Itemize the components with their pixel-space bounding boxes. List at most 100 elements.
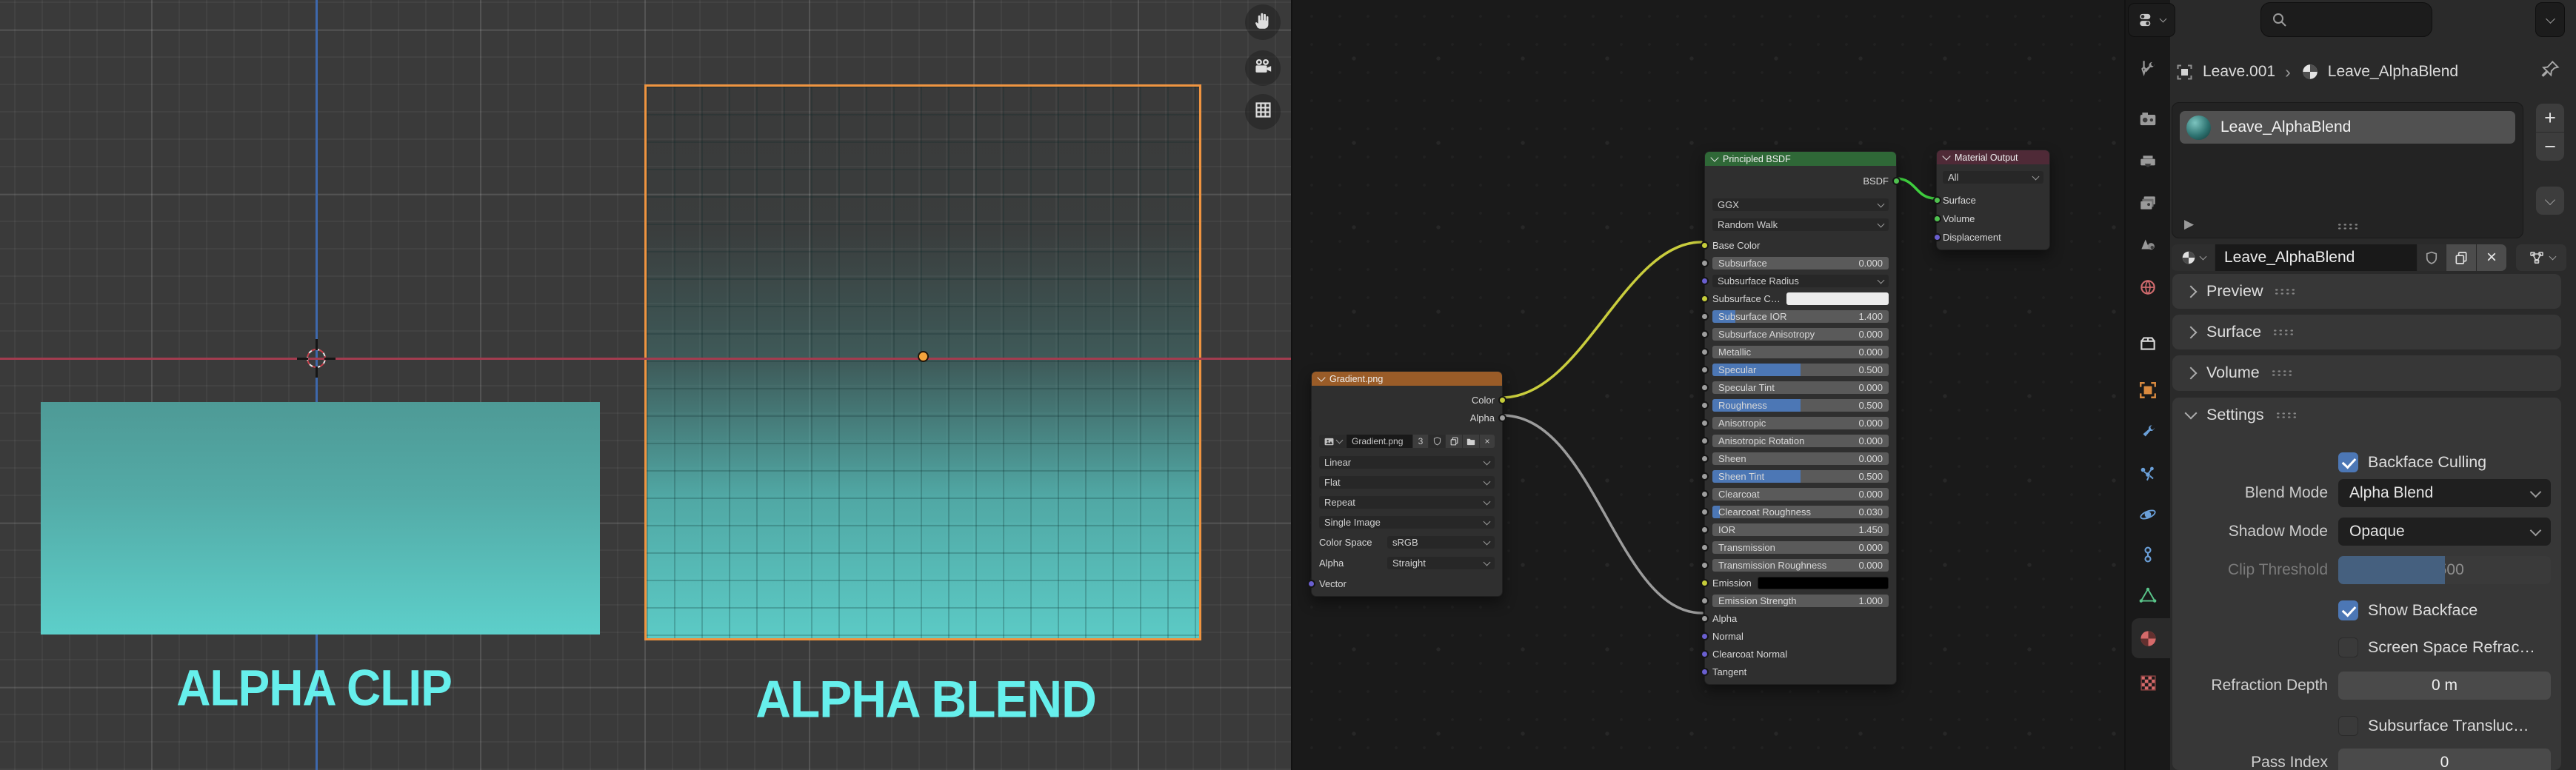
remove-material-slot-button[interactable]: −	[2536, 133, 2564, 161]
tab-physics[interactable]	[2138, 504, 2158, 525]
input-emission-strength[interactable]: Emission Strength1.000	[1712, 595, 1889, 607]
source-row[interactable]: Single Image	[1319, 516, 1495, 529]
socket-bsdf[interactable]	[1892, 177, 1901, 185]
image-browse-button[interactable]	[1319, 435, 1346, 448]
output-color[interactable]: Color	[1319, 394, 1495, 406]
input-specular-tint[interactable]: Specular Tint0.000	[1712, 381, 1889, 394]
input-subsurface-color[interactable]: Subsurface C…	[1712, 292, 1889, 305]
search-box[interactable]	[2260, 2, 2432, 37]
tab-view-layer[interactable]	[2138, 192, 2158, 213]
open-image-button[interactable]	[1463, 435, 1479, 448]
alpha-clip-plane[interactable]	[41, 402, 600, 635]
output-bsdf[interactable]: BSDF	[1712, 175, 1889, 187]
show-backface-checkbox[interactable]	[2338, 600, 2358, 620]
socket[interactable]	[1701, 632, 1709, 640]
add-material-slot-button[interactable]: +	[2536, 104, 2564, 132]
blend-mode-dropdown[interactable]: Alpha Blend	[2338, 479, 2551, 507]
node-header[interactable]: Principled BSDF	[1705, 152, 1896, 166]
panel-surface[interactable]: Surface	[2172, 315, 2561, 349]
panel-drag-grip[interactable]	[2275, 412, 2298, 419]
socket[interactable]	[1701, 348, 1709, 356]
input-tangent[interactable]: Tangent	[1712, 666, 1889, 678]
node-header[interactable]: Gradient.png	[1312, 372, 1502, 386]
fake-user-button[interactable]	[2417, 244, 2446, 271]
breadcrumb-material[interactable]: Leave_AlphaBlend	[2328, 63, 2458, 81]
socket[interactable]	[1701, 312, 1709, 321]
input-transmission-roughness[interactable]: Transmission Roughness0.000	[1712, 559, 1889, 572]
input-subsurface-anisotropy[interactable]: Subsurface Anisotropy0.000	[1712, 328, 1889, 341]
input-normal[interactable]: Normal	[1712, 630, 1889, 643]
orthographic-grid-button[interactable]	[1245, 94, 1281, 130]
socket[interactable]	[1701, 384, 1709, 392]
backface-culling-checkbox[interactable]	[2338, 452, 2358, 472]
camera-view-button[interactable]	[1245, 50, 1281, 86]
material-slot-list[interactable]: Leave_AlphaBlend ▶	[2172, 102, 2523, 238]
socket[interactable]	[1701, 437, 1709, 445]
socket[interactable]	[1701, 597, 1709, 605]
socket-base-color[interactable]	[1701, 241, 1709, 250]
tab-collection[interactable]	[2138, 333, 2158, 354]
panel-drag-grip[interactable]	[2271, 369, 2293, 377]
refraction-depth-field[interactable]: 0 m	[2338, 672, 2551, 700]
alpha-blend-plane-selected[interactable]	[644, 84, 1201, 640]
tab-material[interactable]	[2138, 628, 2158, 649]
subsurface-method-dropdown[interactable]: Random Walk	[1712, 218, 1889, 231]
principled-bsdf-node[interactable]: Principled BSDF BSDF GGX Random Walk Bas…	[1704, 151, 1897, 685]
input-roughness[interactable]: Roughness0.500	[1712, 399, 1889, 412]
material-specials-menu-button[interactable]	[2536, 187, 2564, 215]
color-swatch-white[interactable]	[1786, 292, 1889, 305]
list-filter-expand[interactable]: ▶	[2184, 217, 2194, 232]
image-users-button[interactable]: 3	[1413, 435, 1428, 448]
input-sheen-tint[interactable]: Sheen Tint0.500	[1712, 470, 1889, 483]
color-swatch-black[interactable]	[1758, 577, 1889, 589]
color-space-row[interactable]: Color Space sRGB	[1319, 536, 1495, 549]
pin-id-button[interactable]	[2540, 59, 2560, 83]
input-transmission[interactable]: Transmission0.000	[1712, 541, 1889, 554]
socket-vector[interactable]	[1307, 580, 1315, 588]
panel-volume[interactable]: Volume	[2172, 355, 2561, 391]
material-nodes-toggle-button[interactable]	[2516, 244, 2566, 271]
input-vector[interactable]: Vector	[1319, 578, 1495, 590]
list-resize-grip[interactable]	[2337, 223, 2359, 230]
input-base-color[interactable]: Base Color	[1712, 239, 1889, 252]
distribution-dropdown[interactable]: GGX	[1712, 198, 1889, 211]
image-datablock-row[interactable]: Gradient.png 3 ×	[1319, 435, 1495, 448]
viewport-3d[interactable]: ALPHA CLIP ALPHA BLEND	[0, 0, 1291, 770]
input-ior[interactable]: IOR1.450	[1712, 523, 1889, 536]
input-subsurface[interactable]: Subsurface0.000	[1712, 257, 1889, 270]
search-input[interactable]	[2292, 10, 2421, 29]
shadow-mode-dropdown[interactable]: Opaque	[2338, 518, 2551, 546]
tab-render[interactable]	[2138, 109, 2158, 130]
input-displacement[interactable]: Displacement	[1943, 231, 2043, 244]
input-subsurface-ior[interactable]: Subsurface IOR1.400	[1712, 310, 1889, 323]
socket[interactable]	[1701, 330, 1709, 338]
image-name-field[interactable]: Gradient.png	[1347, 435, 1412, 448]
socket[interactable]	[1701, 277, 1709, 285]
breadcrumb-object[interactable]: Leave.001	[2203, 63, 2275, 81]
input-clearcoat-normal[interactable]: Clearcoat Normal	[1712, 648, 1889, 660]
socket[interactable]	[1701, 543, 1709, 552]
socket[interactable]	[1701, 366, 1709, 374]
tab-particles[interactable]	[2138, 463, 2158, 484]
socket[interactable]	[1701, 401, 1709, 409]
socket[interactable]	[1701, 615, 1709, 623]
input-sheen[interactable]: Sheen0.000	[1712, 452, 1889, 465]
tab-constraints[interactable]	[2138, 544, 2158, 565]
socket-displacement[interactable]	[1933, 233, 1941, 241]
input-clearcoat[interactable]: Clearcoat0.000	[1712, 488, 1889, 500]
input-specular[interactable]: Specular0.500	[1712, 364, 1889, 376]
interpolation-row[interactable]: Linear	[1319, 456, 1495, 469]
input-surface[interactable]: Surface	[1943, 194, 2043, 207]
collapse-icon[interactable]	[1710, 153, 1718, 161]
shader-editor[interactable]: Gradient.png Color Alpha Gra	[1291, 0, 2124, 770]
socket[interactable]	[1701, 472, 1709, 481]
object-icon[interactable]	[2175, 62, 2195, 82]
collapse-icon[interactable]	[1317, 373, 1325, 381]
tab-object[interactable]	[2138, 380, 2158, 401]
tab-modifiers[interactable]	[2138, 421, 2158, 442]
tab-scene[interactable]	[2138, 234, 2158, 255]
input-metallic[interactable]: Metallic0.000	[1712, 346, 1889, 358]
unlink-image-button[interactable]: ×	[1480, 435, 1495, 448]
target-dropdown[interactable]: All	[1943, 171, 2043, 184]
fake-user-button[interactable]	[1429, 435, 1445, 448]
